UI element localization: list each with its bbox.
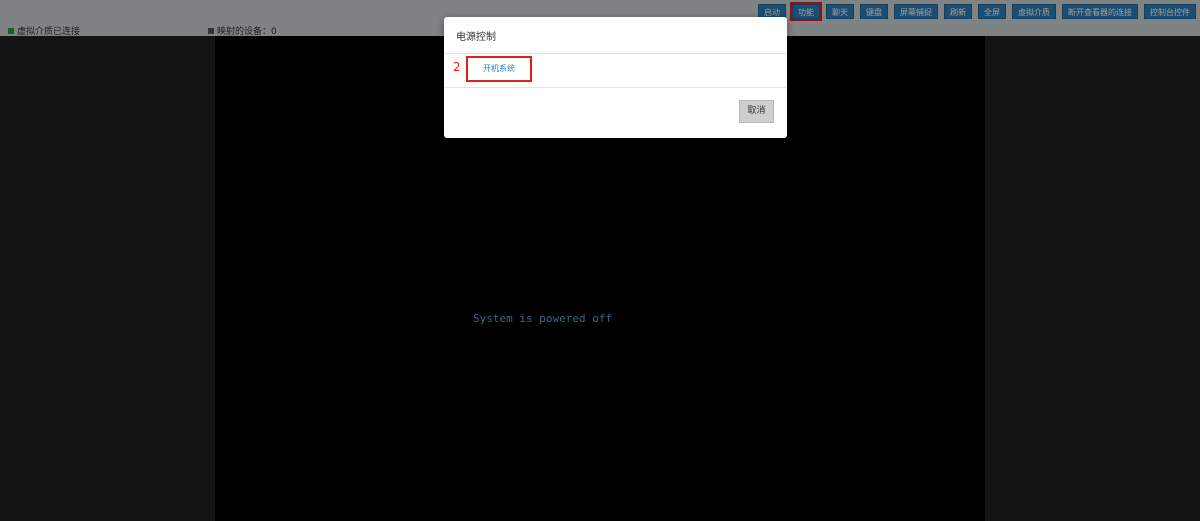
cancel-button[interactable]: 取消: [739, 100, 774, 123]
dialog-header: 电源控制: [444, 17, 787, 54]
dialog-footer: 取消: [444, 88, 787, 138]
power-control-dialog: 电源控制 2 开机系统 取消: [444, 17, 787, 138]
step-marker: 2: [453, 60, 461, 74]
dialog-title: 电源控制: [456, 32, 496, 43]
dialog-body: 2 开机系统: [444, 54, 787, 88]
power-on-button[interactable]: 开机系统: [466, 56, 532, 82]
